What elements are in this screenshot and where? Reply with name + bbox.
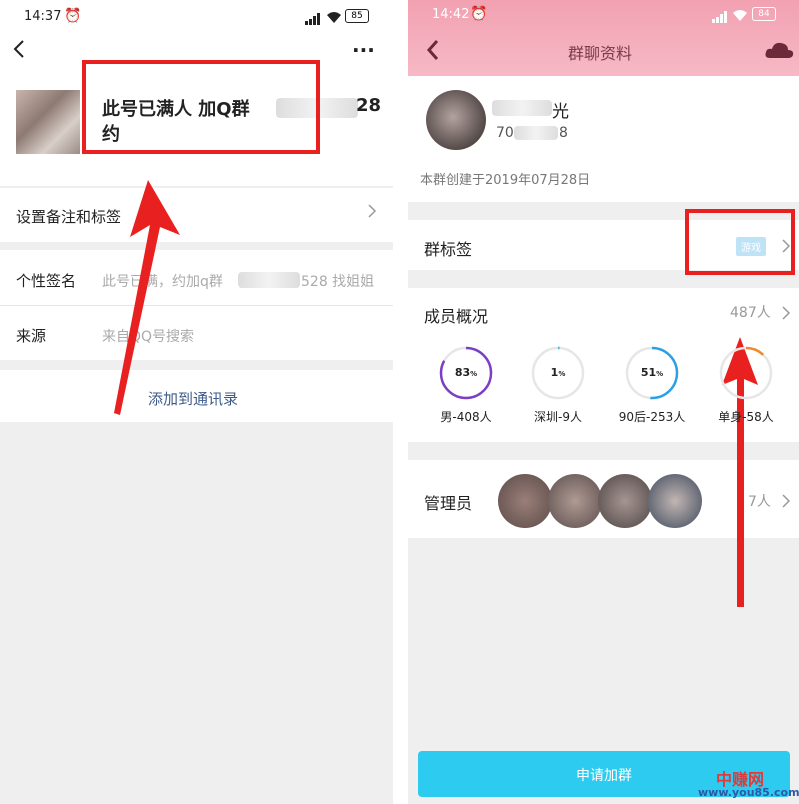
divider — [0, 305, 393, 306]
stat-percent: 1% — [550, 366, 566, 379]
wifi-icon — [326, 9, 342, 28]
admin-avatar[interactable] — [598, 474, 652, 528]
watermark-url: www.you85.com — [698, 786, 799, 799]
stat-percent-unit: % — [558, 370, 566, 378]
group-avatar[interactable] — [426, 90, 486, 150]
highlight-box — [685, 209, 795, 275]
battery-icon: 85 — [345, 9, 369, 23]
alarm-icon: ⏰ — [64, 8, 82, 24]
headline-suffix: 28 — [356, 95, 382, 116]
cloud-icon[interactable] — [764, 40, 794, 64]
wifi-icon — [732, 7, 748, 26]
members-count: 487人 — [730, 305, 771, 321]
stat-percent: 83% — [454, 366, 478, 379]
highlight-box — [82, 60, 320, 154]
admins-label: 管理员 — [424, 494, 473, 513]
status-time: 14:37 — [24, 9, 62, 24]
more-icon[interactable]: ··· — [352, 38, 375, 62]
stat-label: 深圳-9人 — [534, 410, 582, 424]
admin-avatar[interactable] — [548, 474, 602, 528]
members-label: 成员概况 — [424, 307, 489, 326]
stat-percent-unit: % — [470, 370, 478, 378]
stat-label: 90后-253人 — [618, 410, 686, 424]
signal-icon — [712, 8, 728, 27]
signal-icon — [305, 10, 321, 29]
admin-avatar[interactable] — [498, 474, 552, 528]
chevron-right-icon — [368, 203, 377, 223]
join-group-label: 申请加群 — [576, 768, 632, 784]
group-name-suffix: 光 — [552, 102, 569, 122]
alarm-icon: ⏰ — [470, 6, 488, 22]
signature-value-suffix: 528 找姐姐 — [301, 274, 375, 290]
red-arrow-annotation — [114, 180, 180, 415]
status-time: 14:42 — [432, 7, 470, 22]
stat-label: 男-408人 — [440, 410, 492, 424]
group-tag-label: 群标签 — [424, 240, 473, 259]
stat-label: 单身-58人 — [718, 410, 774, 424]
blurred-id — [514, 126, 558, 140]
blurred-name — [492, 100, 552, 116]
contact-profile-screen: 14:37 ⏰ 85 ··· 此号已满人 加Q群 28 约 设置备注和标签 个性… — [0, 0, 393, 804]
group-info-screen: 14:42 ⏰ 84 群聊资料 光 70 8 本群创建于2019年07月28日 … — [408, 0, 799, 804]
avatar[interactable] — [16, 90, 80, 154]
stat-percent-unit: % — [656, 370, 664, 378]
created-date: 本群创建于2019年07月28日 — [420, 173, 591, 188]
admin-avatar[interactable] — [648, 474, 702, 528]
back-icon[interactable] — [12, 38, 26, 66]
ring-overlap-spacer — [708, 340, 738, 406]
stat-percent: 51% — [640, 366, 664, 379]
signature-label: 个性签名 — [16, 272, 77, 290]
chevron-right-icon — [782, 493, 791, 513]
group-id-suffix: 8 — [559, 125, 568, 141]
panel-separator — [393, 0, 408, 804]
source-label: 来源 — [16, 327, 47, 345]
blurred-number — [238, 272, 300, 288]
back-icon[interactable] — [426, 38, 440, 66]
page-title: 群聊资料 — [568, 44, 633, 63]
chevron-right-icon — [782, 305, 791, 325]
group-id-prefix: 70 — [496, 125, 514, 141]
battery-icon: 84 — [752, 7, 776, 21]
